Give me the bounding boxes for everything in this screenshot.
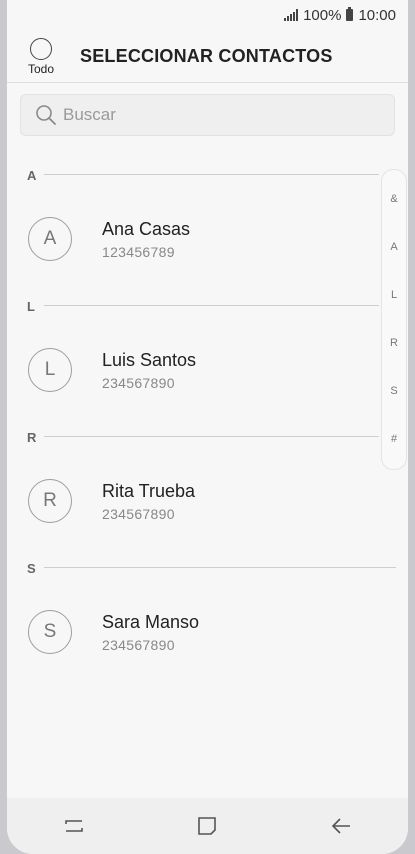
contact-phone: 234567890: [102, 375, 175, 391]
contact-name: Ana Casas: [102, 219, 191, 239]
home-icon: [198, 817, 217, 835]
avatar: S: [28, 610, 72, 654]
section-divider: [44, 567, 396, 568]
phone-screen: 100% 10:00 Todo SELECCIONAR CONTACTOS A …: [7, 0, 408, 854]
page-title: SELECCIONAR CONTACTOS: [80, 46, 333, 66]
battery-icon: [346, 7, 354, 21]
contact-phone: 123456789: [102, 244, 175, 260]
status-bar: 100% 10:00: [284, 0, 396, 30]
index-letter[interactable]: A: [382, 241, 406, 253]
alphabet-index-bar[interactable]: & A L R S #: [381, 169, 407, 470]
search-icon: [36, 105, 56, 125]
home-button[interactable]: [187, 806, 227, 846]
clock: 10:00: [358, 6, 396, 24]
avatar: R: [28, 479, 72, 523]
contact-phone: 234567890: [102, 637, 175, 653]
navigation-bar: [7, 798, 408, 854]
contact-name: Sara Manso: [102, 612, 200, 632]
contact-item[interactable]: A Ana Casas 123456789: [7, 214, 387, 270]
index-letter[interactable]: &: [382, 193, 406, 205]
section-divider: [44, 174, 379, 175]
avatar: L: [28, 348, 72, 392]
search-input[interactable]: [61, 104, 365, 126]
checkbox-circle-icon[interactable]: [30, 38, 52, 60]
section-letter: S: [27, 560, 36, 576]
back-icon: [332, 818, 351, 834]
section-divider: [44, 305, 379, 306]
back-button[interactable]: [321, 806, 361, 846]
index-letter[interactable]: R: [382, 337, 406, 349]
index-letter[interactable]: L: [382, 289, 406, 301]
contact-name: Rita Trueba: [102, 481, 196, 501]
section-header: L: [27, 298, 43, 314]
section-letter: A: [27, 167, 37, 183]
index-letter[interactable]: S: [382, 385, 406, 397]
section-header: A: [27, 167, 43, 183]
search-bar[interactable]: [20, 94, 395, 136]
section-header: S: [27, 560, 43, 576]
index-letter[interactable]: #: [382, 433, 406, 445]
section-letter: L: [27, 298, 35, 314]
contact-name: Luis Santos: [102, 350, 197, 370]
contact-item[interactable]: S Sara Manso 234567890: [7, 607, 387, 663]
battery-percent: 100%: [303, 6, 342, 24]
app-header: Todo SELECCIONAR CONTACTOS: [7, 30, 408, 83]
section-header: R: [27, 429, 43, 445]
signal-icon: [284, 9, 299, 21]
select-all-label: Todo: [27, 62, 55, 76]
section-divider: [44, 436, 379, 437]
avatar: A: [28, 217, 72, 261]
section-letter: R: [27, 429, 37, 445]
contact-item[interactable]: R Rita Trueba 234567890: [7, 476, 387, 532]
contact-phone: 234567890: [102, 506, 175, 522]
select-all-toggle[interactable]: Todo: [25, 38, 57, 76]
recent-apps-icon: [65, 820, 83, 832]
contact-item[interactable]: L Luis Santos 234567890: [7, 345, 387, 401]
recent-apps-button[interactable]: [54, 806, 94, 846]
